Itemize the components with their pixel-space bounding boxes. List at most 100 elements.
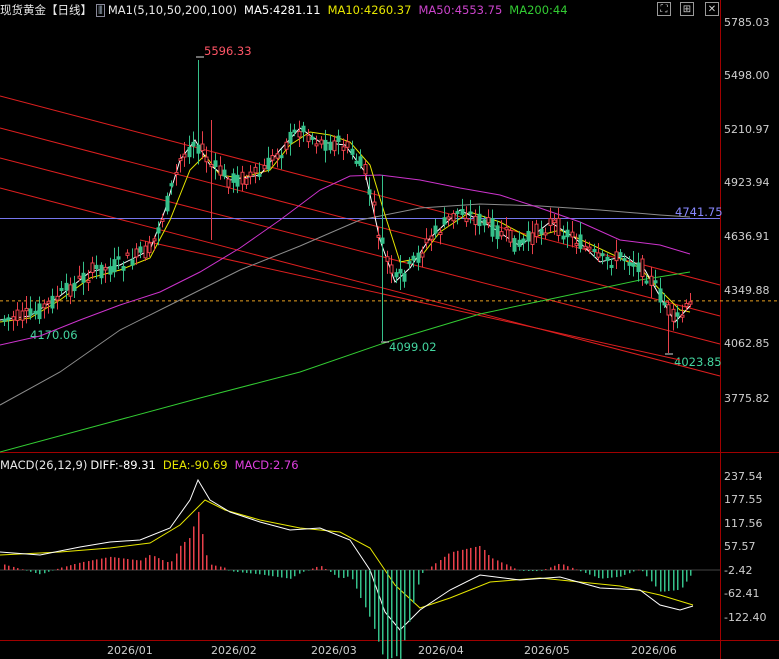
candle-body xyxy=(42,303,47,309)
macd-bar xyxy=(651,570,653,582)
macd-bar xyxy=(382,570,384,655)
channel-line xyxy=(0,187,721,377)
candle-body xyxy=(266,157,271,170)
macd-bar xyxy=(268,570,270,576)
candle-body xyxy=(196,144,201,154)
macd-bar xyxy=(202,534,204,570)
candle-body xyxy=(530,232,535,245)
macd-bar xyxy=(145,557,147,570)
macd-bar xyxy=(35,570,37,573)
candle-body xyxy=(341,146,346,151)
candle-body xyxy=(81,272,86,283)
date-tick: 2026/01 xyxy=(107,644,153,657)
candle-body xyxy=(86,279,91,283)
candle-body xyxy=(592,249,597,253)
ma200-line xyxy=(0,271,691,453)
macd-bar xyxy=(277,570,279,577)
macd-bar xyxy=(404,570,406,641)
macd-tick: 117.56 xyxy=(724,517,763,530)
candle-body xyxy=(596,252,601,258)
macd-bar xyxy=(233,570,235,572)
candle-body xyxy=(134,248,139,258)
macd-bar xyxy=(501,562,503,570)
macd-bar xyxy=(162,560,164,570)
candle-body xyxy=(204,156,209,163)
macd-bar xyxy=(57,568,59,570)
low-annotation: 4099.02 xyxy=(389,340,437,354)
candle-body xyxy=(244,178,249,185)
macd-bar xyxy=(22,569,24,570)
dea-line xyxy=(0,499,694,609)
candle-body xyxy=(627,261,632,266)
candle-body xyxy=(187,147,192,158)
macd-tick: 237.54 xyxy=(724,470,763,483)
price-tick: 4349.88 xyxy=(724,284,770,297)
candle-body xyxy=(191,141,196,147)
macd-bar xyxy=(585,570,587,573)
macd-bar xyxy=(44,570,46,574)
macd-bar xyxy=(532,570,534,572)
diff-line xyxy=(0,478,694,631)
macd-bar xyxy=(444,556,446,570)
candle-body xyxy=(218,165,223,176)
candle-body xyxy=(297,130,302,138)
macd-bar xyxy=(457,550,459,570)
candle-body xyxy=(116,256,121,260)
macd-bar xyxy=(514,568,516,570)
macd-tick: -2.42 xyxy=(724,564,752,577)
price-chart[interactable]: 5785.03 5498.00 5210.97 4923.94 4636.91 … xyxy=(0,0,779,659)
macd-bar xyxy=(189,538,191,570)
macd-bar xyxy=(158,558,160,570)
price-tick: 4636.91 xyxy=(724,230,770,243)
macd-histogram xyxy=(0,478,720,659)
candle-body xyxy=(460,209,465,215)
candle-body xyxy=(508,229,513,243)
candle-body xyxy=(666,304,671,316)
candle-body xyxy=(222,169,227,177)
macd-bar xyxy=(400,570,402,659)
candle-body xyxy=(416,252,421,263)
macd-bar xyxy=(413,570,415,604)
macd-bar xyxy=(352,570,354,580)
candle-body xyxy=(90,262,95,274)
candle-body xyxy=(209,164,214,168)
candle-body xyxy=(433,225,438,234)
macd-bar xyxy=(655,570,657,587)
macd-bar xyxy=(668,570,670,592)
candle-body xyxy=(376,234,381,238)
candle-body xyxy=(411,255,416,261)
price-tick: 3775.82 xyxy=(724,392,770,405)
macd-bar xyxy=(629,570,631,574)
candle-body xyxy=(350,148,355,155)
macd-bar xyxy=(598,570,600,579)
candle-body xyxy=(636,262,641,273)
candle-body xyxy=(574,242,579,246)
candle-body xyxy=(671,308,676,322)
macd-bar xyxy=(558,564,560,570)
macd-bar xyxy=(506,564,508,570)
macd-bar xyxy=(83,561,85,570)
candle-body xyxy=(688,301,693,305)
macd-bar xyxy=(242,570,244,573)
candle-body xyxy=(539,228,544,235)
macd-bar xyxy=(299,570,301,574)
macd-bar xyxy=(563,564,565,570)
candle-body xyxy=(680,314,685,318)
macd-bar xyxy=(136,560,138,570)
ma50-line xyxy=(0,174,691,346)
macd-bar xyxy=(620,570,622,577)
macd-bar xyxy=(545,569,547,570)
candle-body xyxy=(15,309,20,322)
macd-bar xyxy=(316,566,318,570)
macd-bar xyxy=(66,566,68,570)
macd-bar xyxy=(48,570,50,572)
candle-body xyxy=(314,143,319,147)
macd-bar xyxy=(541,570,543,571)
candle-body xyxy=(319,139,324,145)
candle-body xyxy=(68,284,73,297)
macd-bar xyxy=(470,547,472,570)
candle-body xyxy=(600,253,605,257)
macd-bar xyxy=(365,570,367,608)
macd-bar xyxy=(409,570,411,622)
candle-body xyxy=(200,143,205,152)
